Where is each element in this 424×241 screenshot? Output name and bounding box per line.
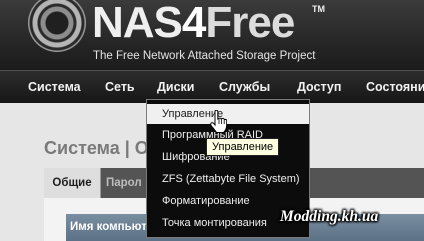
page-title: Система | О xyxy=(44,138,149,158)
watermark: Modding.kh.ua xyxy=(280,208,379,225)
nav-item-system[interactable]: Система xyxy=(28,80,81,94)
logo-subtitle: The Free Network Attached Storage Projec… xyxy=(93,50,316,62)
trademark-mark: TM xyxy=(312,4,325,14)
menu-item-management[interactable]: Управление xyxy=(147,104,309,124)
nav-item-access[interactable]: Доступ xyxy=(297,80,341,94)
logo-title: NAS4Free xyxy=(92,0,295,47)
header: NAS4Free TM The Free Network Attached St… xyxy=(0,0,424,70)
hand-pointer-cursor-icon xyxy=(210,110,227,133)
tab-password[interactable]: Парол xyxy=(106,168,142,198)
menu-item-zfs[interactable]: ZFS (Zettabyte File System) xyxy=(147,169,309,189)
nav-item-disks[interactable]: Диски xyxy=(157,80,194,94)
tab-general[interactable]: Общие xyxy=(44,168,101,198)
nas4free-logo-disc-icon xyxy=(28,0,86,52)
hostname-label: Имя компьют xyxy=(70,221,147,233)
nav-item-status[interactable]: Состояни xyxy=(366,80,424,94)
nav-item-services[interactable]: Службы xyxy=(219,80,270,94)
tooltip: Управление xyxy=(206,138,280,156)
nav-item-network[interactable]: Сеть xyxy=(105,80,135,94)
